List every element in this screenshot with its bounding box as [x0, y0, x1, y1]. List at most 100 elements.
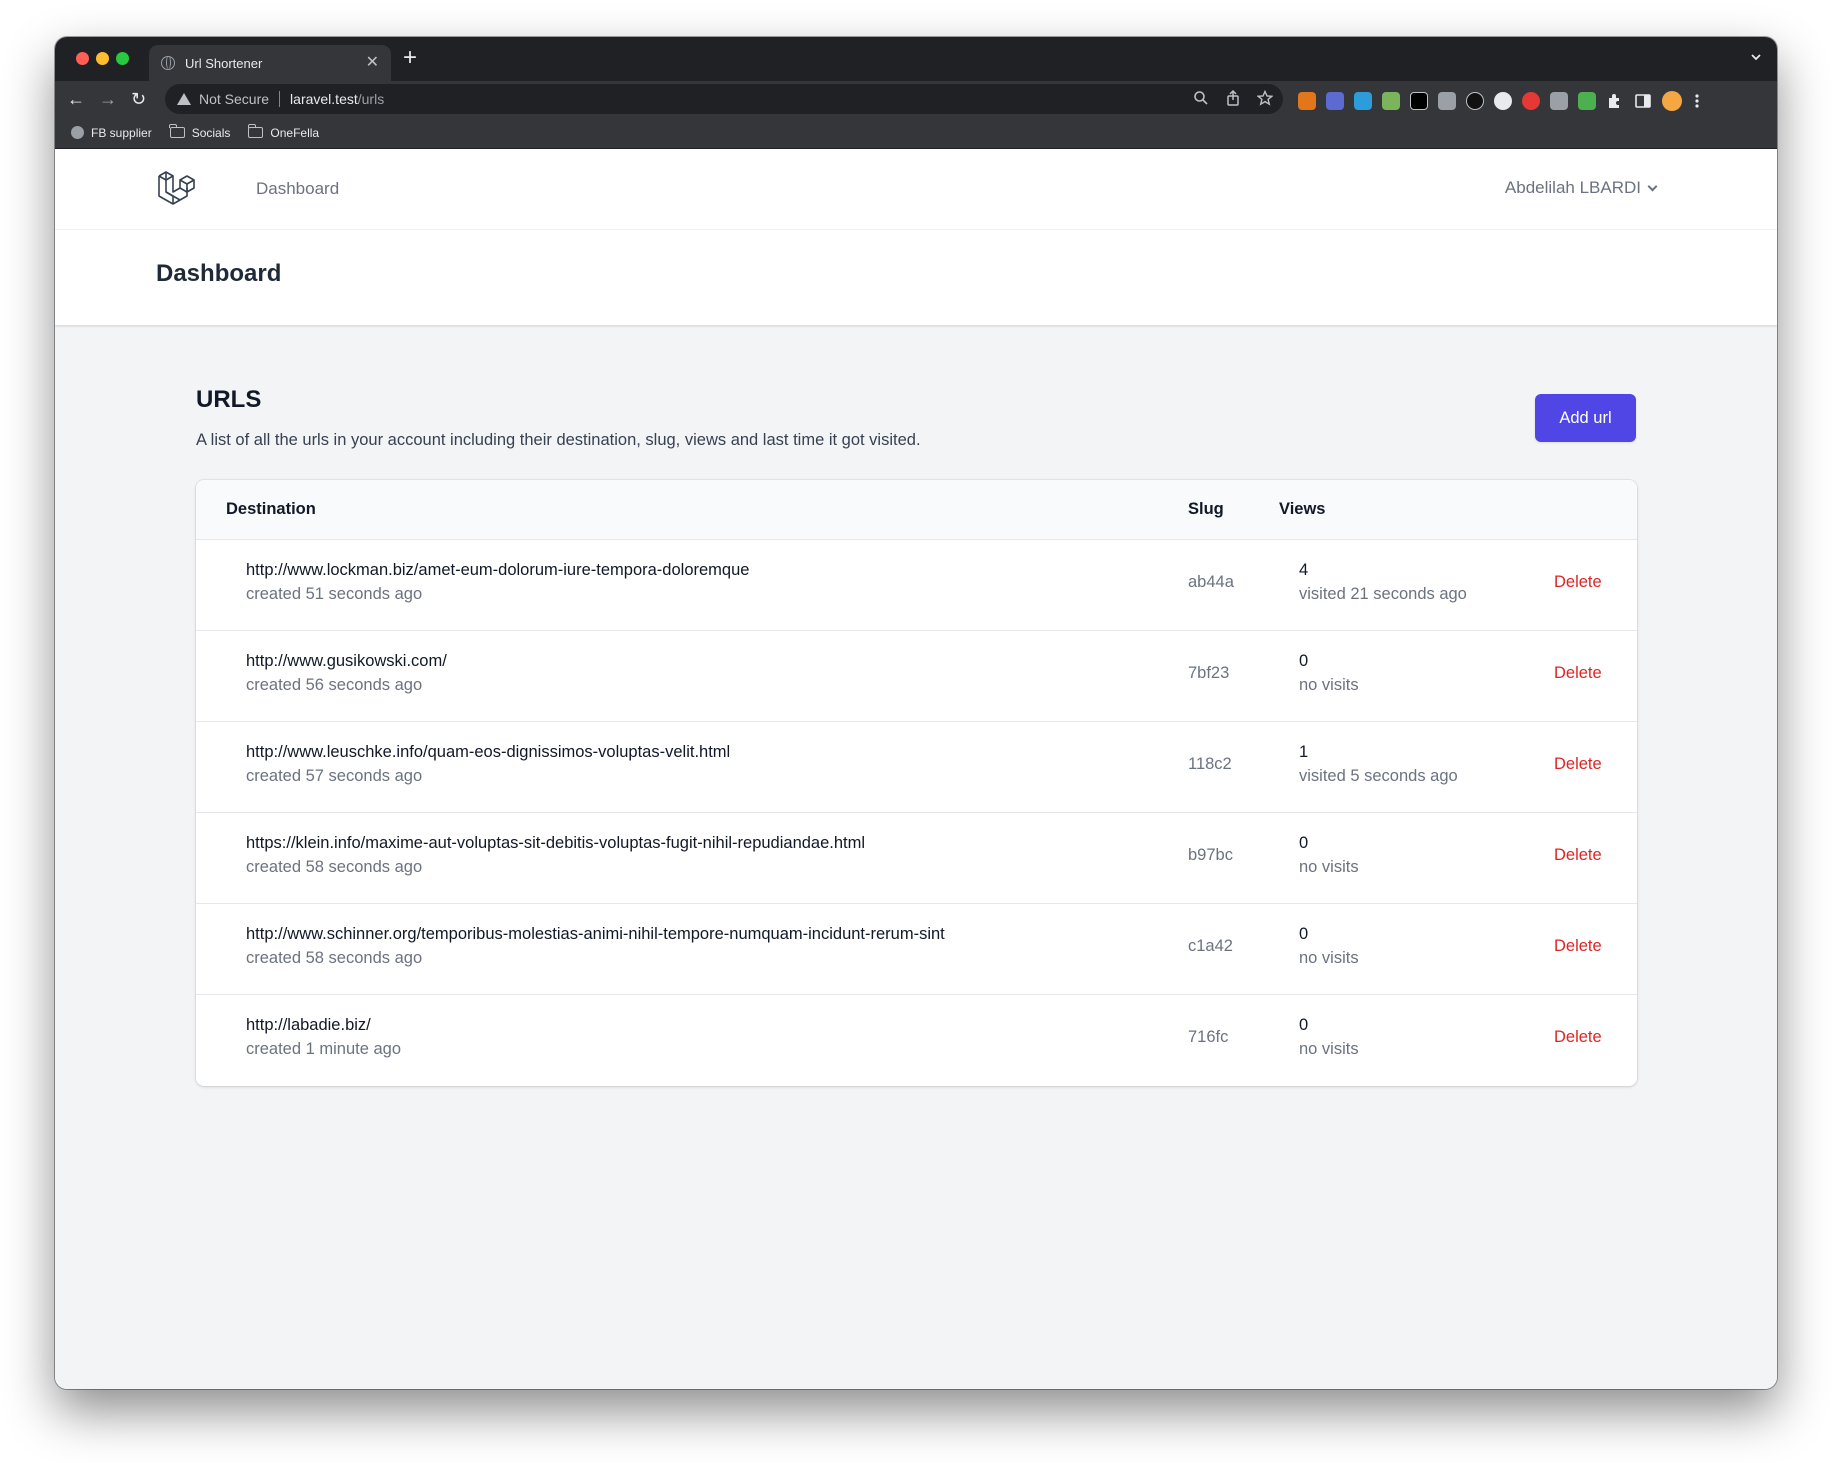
bookmark-label: FB supplier — [91, 125, 152, 140]
slug-cell: 7bf23 — [1188, 664, 1230, 682]
grey-extension-icon[interactable] — [1550, 92, 1568, 110]
address-separator — [279, 91, 281, 107]
table-row: http://www.leuschke.info/quam-eos-dignis… — [196, 722, 1637, 813]
views-count: 0 — [1299, 834, 1309, 852]
slug-cell: c1a42 — [1188, 937, 1233, 955]
destination-cell: http://www.leuschke.info/quam-eos-dignis… — [246, 743, 730, 786]
last-visit: no visits — [1299, 676, 1359, 694]
table-row: http://www.schinner.org/temporibus-moles… — [196, 904, 1637, 995]
views-cell: 0 no visits — [1299, 1016, 1359, 1059]
destination-url: http://labadie.biz/ — [246, 1016, 371, 1034]
views-count: 0 — [1299, 1016, 1309, 1034]
tab-close-icon[interactable]: ✕ — [366, 55, 379, 71]
back-icon[interactable]: ← — [67, 88, 85, 110]
new-tab-button[interactable]: + — [403, 46, 417, 70]
sidebar-icon[interactable] — [1634, 92, 1652, 110]
delete-button[interactable]: Delete — [1554, 937, 1602, 956]
twitter-extension-icon[interactable] — [1466, 92, 1484, 110]
delete-button[interactable]: Delete — [1554, 1028, 1602, 1047]
minimize-window-button[interactable] — [96, 52, 109, 65]
security-label: Not Secure — [199, 91, 270, 107]
folder-icon — [169, 124, 185, 138]
forward-icon[interactable]: → — [99, 88, 117, 110]
zoom-icon[interactable] — [1193, 90, 1209, 106]
address-bar[interactable]: Not Secure laravel.test /urls — [165, 84, 1283, 114]
destination-url: http://www.leuschke.info/quam-eos-dignis… — [246, 743, 731, 761]
last-visit: no visits — [1299, 858, 1359, 876]
gear-extension-icon[interactable] — [1326, 92, 1344, 110]
chevron-down-icon — [1647, 181, 1658, 191]
email-extension-icon[interactable] — [1494, 92, 1512, 110]
bookmark-socials[interactable]: Socials — [169, 124, 230, 140]
bookmarks-bar: FB supplier Socials OneFella — [55, 117, 1777, 149]
user-menu[interactable]: Abdelilah LBARDI — [1504, 178, 1658, 198]
delete-button[interactable]: Delete — [1554, 573, 1602, 592]
slug-cell: 716fc — [1188, 1028, 1229, 1046]
bookmark-label: OneFella — [270, 125, 320, 140]
menu-kebab-icon[interactable] — [1692, 92, 1702, 110]
bookmark-star-icon[interactable] — [1257, 90, 1273, 106]
share-icon[interactable] — [1225, 90, 1241, 106]
app-navbar: Dashboard Abdelilah LBARDI — [55, 149, 1777, 230]
delete-button[interactable]: Delete — [1554, 664, 1602, 683]
fb-extension-icon[interactable] — [1354, 92, 1372, 110]
last-visit: no visits — [1299, 1040, 1359, 1058]
created-time: created 51 seconds ago — [246, 585, 423, 603]
laravel-logo-icon[interactable] — [156, 168, 198, 210]
page-title: Dashboard — [156, 260, 282, 287]
maximize-window-button[interactable] — [116, 52, 129, 65]
last-visit: no visits — [1299, 949, 1359, 967]
shopify-extension-icon[interactable] — [1382, 92, 1400, 110]
views-cell: 1 visited 5 seconds ago — [1299, 743, 1458, 786]
slug-cell: 118c2 — [1188, 755, 1232, 773]
section-description: A list of all the urls in your account i… — [196, 431, 921, 449]
bookmark-fb-supplier[interactable]: FB supplier — [71, 126, 152, 140]
tab-search-chevron-icon[interactable] — [1749, 50, 1763, 64]
created-time: created 56 seconds ago — [246, 676, 423, 694]
adblock-extension-icon[interactable] — [1522, 92, 1540, 110]
views-count: 0 — [1299, 652, 1309, 670]
nav-link-dashboard[interactable]: Dashboard — [256, 179, 339, 199]
bookmark-onefella[interactable]: OneFella — [247, 124, 320, 140]
browser-toolbar: ← → ↻ Not Secure laravel.test /urls — [55, 81, 1777, 117]
column-header-views: Views — [1279, 500, 1326, 518]
urls-table: Destination Slug Views http://www.lockma… — [196, 480, 1637, 1086]
add-url-button[interactable]: Add url — [1535, 394, 1636, 442]
globe-icon — [161, 56, 175, 70]
avatar[interactable] — [1662, 91, 1682, 111]
column-header-destination: Destination — [226, 500, 316, 518]
table-row: http://labadie.biz/ created 1 minute ago… — [196, 995, 1637, 1086]
reload-icon[interactable]: ↻ — [131, 88, 146, 110]
views-count: 4 — [1299, 561, 1309, 579]
folder-icon — [247, 124, 264, 138]
views-cell: 0 no visits — [1299, 925, 1359, 968]
globe-icon — [71, 126, 84, 139]
destination-cell: https://klein.info/maxime-aut-voluptas-s… — [246, 834, 865, 877]
created-time: created 58 seconds ago — [246, 858, 423, 876]
created-time: created 58 seconds ago — [246, 949, 423, 967]
extensions-bar — [1298, 91, 1702, 111]
green-extension-icon[interactable] — [1578, 92, 1596, 110]
play-extension-icon[interactable] — [1410, 92, 1428, 110]
puzzle-extensions-icon[interactable] — [1606, 92, 1624, 110]
views-count: 1 — [1299, 743, 1309, 761]
browser-window: Url Shortener ✕ + ← → ↻ Not Secure larav… — [55, 37, 1777, 1389]
views-cell: 4 visited 21 seconds ago — [1299, 561, 1467, 604]
destination-cell: http://www.lockman.biz/amet-eum-dolorum-… — [246, 561, 749, 604]
slug-cell: b97bc — [1188, 846, 1233, 864]
table-row: http://www.lockman.biz/amet-eum-dolorum-… — [196, 540, 1637, 631]
delete-button[interactable]: Delete — [1554, 846, 1602, 865]
destination-url: https://klein.info/maxime-aut-voluptas-s… — [246, 834, 866, 852]
close-window-button[interactable] — [76, 52, 89, 65]
browser-tab[interactable]: Url Shortener ✕ — [149, 45, 391, 81]
delete-button[interactable]: Delete — [1554, 755, 1602, 774]
user-name: Abdelilah LBARDI — [1504, 178, 1641, 197]
metamask-extension-icon[interactable] — [1298, 92, 1316, 110]
vue-extension-icon[interactable] — [1438, 92, 1456, 110]
url-path: /urls — [357, 91, 385, 107]
tab-title: Url Shortener — [185, 55, 263, 71]
table-row: https://klein.info/maxime-aut-voluptas-s… — [196, 813, 1637, 904]
destination-cell: http://www.schinner.org/temporibus-moles… — [246, 925, 945, 968]
last-visit: visited 5 seconds ago — [1299, 767, 1458, 785]
destination-url: http://www.schinner.org/temporibus-moles… — [246, 925, 945, 943]
